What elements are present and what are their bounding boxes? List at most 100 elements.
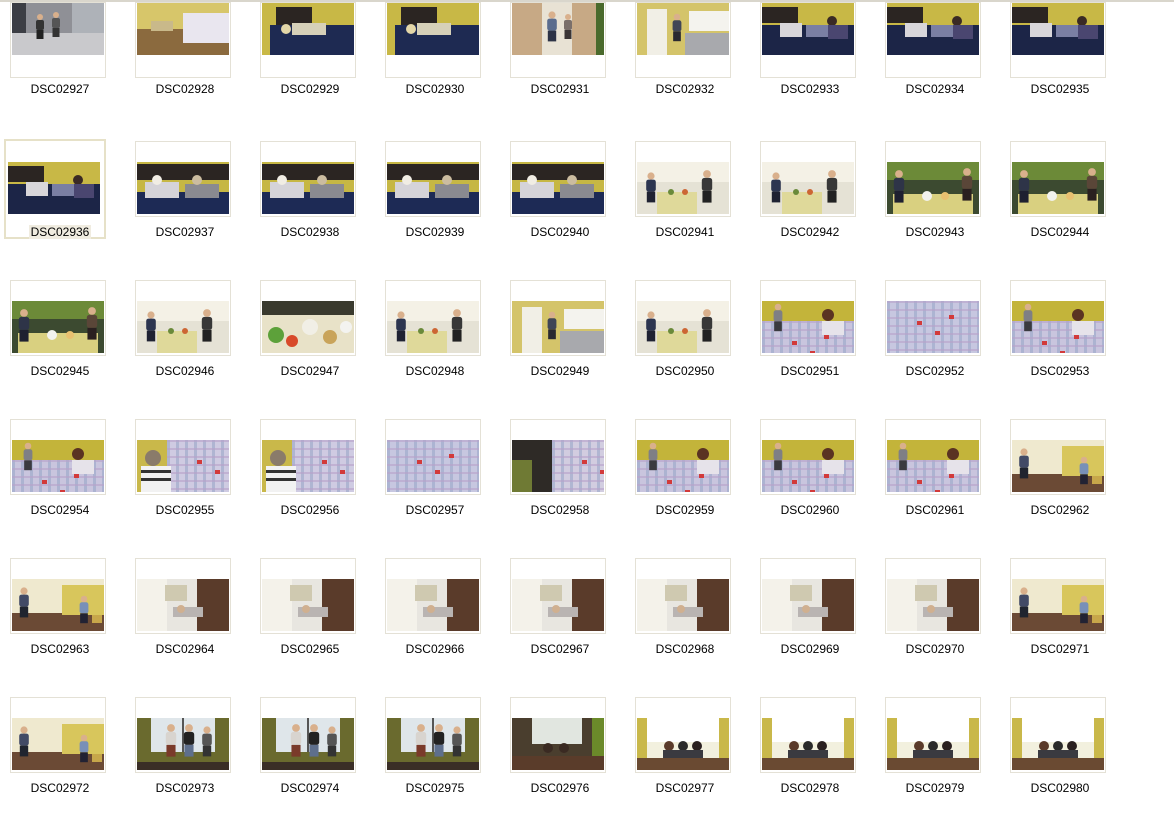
photo-thumbnail[interactable] [637, 301, 729, 353]
thumbnail-item[interactable]: DSC02948 [380, 280, 490, 414]
photo-thumbnail[interactable] [637, 579, 729, 631]
thumbnail-frame[interactable] [260, 419, 356, 495]
thumbnail-frame[interactable] [260, 141, 356, 217]
photo-thumbnail[interactable] [137, 718, 229, 770]
file-name-label[interactable]: DSC02939 [380, 225, 490, 239]
thumbnail-frame[interactable] [10, 697, 106, 773]
file-name-label[interactable]: DSC02936 [5, 225, 115, 239]
file-name-label[interactable]: DSC02933 [755, 82, 865, 96]
thumbnail-frame[interactable] [10, 558, 106, 634]
file-name-label[interactable]: DSC02975 [380, 781, 490, 795]
file-name-label[interactable]: DSC02972 [5, 781, 115, 795]
thumbnail-item[interactable]: DSC02973 [130, 697, 240, 831]
file-name-label[interactable]: DSC02947 [255, 364, 365, 378]
thumbnail-frame[interactable] [510, 697, 606, 773]
thumbnail-item[interactable]: DSC02977 [630, 697, 740, 831]
file-name-label[interactable]: DSC02954 [5, 503, 115, 517]
file-name-label[interactable]: DSC02958 [505, 503, 615, 517]
photo-thumbnail[interactable] [387, 440, 479, 492]
thumbnail-frame[interactable] [385, 141, 481, 217]
photo-thumbnail[interactable] [887, 718, 979, 770]
photo-thumbnail[interactable] [387, 162, 479, 214]
file-name-label[interactable]: DSC02966 [380, 642, 490, 656]
file-name-label[interactable]: DSC02946 [130, 364, 240, 378]
thumbnail-item[interactable]: DSC02980 [1005, 697, 1115, 831]
thumbnail-frame[interactable] [885, 558, 981, 634]
thumbnail-item[interactable]: DSC02974 [255, 697, 365, 831]
photo-thumbnail[interactable] [512, 162, 604, 214]
photo-thumbnail[interactable] [137, 579, 229, 631]
file-name-label[interactable]: DSC02935 [1005, 82, 1115, 96]
thumbnail-item[interactable]: DSC02936 [4, 139, 115, 275]
photo-thumbnail[interactable] [637, 440, 729, 492]
file-name-label[interactable]: DSC02965 [255, 642, 365, 656]
thumbnail-item[interactable]: DSC02972 [5, 697, 115, 831]
file-name-label[interactable]: DSC02976 [505, 781, 615, 795]
thumbnail-item[interactable]: DSC02959 [630, 419, 740, 553]
photo-thumbnail[interactable] [262, 162, 354, 214]
file-name-label[interactable]: DSC02953 [1005, 364, 1115, 378]
thumbnail-frame[interactable] [4, 139, 106, 239]
file-name-label[interactable]: DSC02979 [880, 781, 990, 795]
file-name-label[interactable]: DSC02971 [1005, 642, 1115, 656]
thumbnail-frame[interactable] [760, 280, 856, 356]
photo-thumbnail[interactable] [8, 162, 100, 214]
photo-thumbnail[interactable] [1012, 162, 1104, 214]
thumbnail-frame[interactable] [1010, 419, 1106, 495]
photo-thumbnail[interactable] [762, 162, 854, 214]
file-name-label[interactable]: DSC02980 [1005, 781, 1115, 795]
file-name-label[interactable]: DSC02928 [130, 82, 240, 96]
thumbnail-frame[interactable] [10, 419, 106, 495]
photo-thumbnail[interactable] [1012, 440, 1104, 492]
thumbnail-item[interactable]: DSC02945 [5, 280, 115, 414]
thumbnail-item[interactable]: DSC02937 [130, 141, 240, 275]
file-name-label[interactable]: DSC02956 [255, 503, 365, 517]
thumbnail-item[interactable]: DSC02934 [880, 2, 990, 138]
photo-thumbnail[interactable] [1012, 579, 1104, 631]
thumbnail-frame[interactable] [635, 280, 731, 356]
photo-thumbnail[interactable] [637, 718, 729, 770]
file-name-label[interactable]: DSC02937 [130, 225, 240, 239]
photo-thumbnail[interactable] [262, 3, 354, 55]
photo-thumbnail[interactable] [1012, 301, 1104, 353]
thumbnail-item[interactable]: DSC02965 [255, 558, 365, 692]
file-name-label[interactable]: DSC02973 [130, 781, 240, 795]
photo-thumbnail[interactable] [387, 718, 479, 770]
thumbnail-frame[interactable] [510, 280, 606, 356]
photo-thumbnail[interactable] [12, 718, 104, 770]
thumbnail-frame[interactable] [385, 280, 481, 356]
thumbnail-frame[interactable] [885, 280, 981, 356]
photo-thumbnail[interactable] [512, 3, 604, 55]
thumbnail-frame[interactable] [510, 141, 606, 217]
thumbnail-frame[interactable] [135, 141, 231, 217]
thumbnail-item[interactable]: DSC02950 [630, 280, 740, 414]
thumbnail-item[interactable]: DSC02958 [505, 419, 615, 553]
thumbnail-item[interactable]: DSC02943 [880, 141, 990, 275]
photo-thumbnail[interactable] [262, 579, 354, 631]
photo-thumbnail[interactable] [262, 718, 354, 770]
thumbnail-frame[interactable] [760, 697, 856, 773]
photo-thumbnail[interactable] [762, 440, 854, 492]
thumbnail-item[interactable]: DSC02956 [255, 419, 365, 553]
thumbnail-item[interactable]: DSC02928 [130, 2, 240, 138]
thumbnail-item[interactable]: DSC02951 [755, 280, 865, 414]
file-name-label[interactable]: DSC02934 [880, 82, 990, 96]
thumbnail-item[interactable]: DSC02946 [130, 280, 240, 414]
thumbnail-frame[interactable] [760, 419, 856, 495]
photo-thumbnail[interactable] [262, 301, 354, 353]
thumbnail-item[interactable]: DSC02955 [130, 419, 240, 553]
photo-thumbnail[interactable] [512, 440, 604, 492]
file-name-label[interactable]: DSC02955 [130, 503, 240, 517]
thumbnail-item[interactable]: DSC02940 [505, 141, 615, 275]
thumbnail-frame[interactable] [385, 558, 481, 634]
thumbnail-item[interactable]: DSC02941 [630, 141, 740, 275]
file-name-label[interactable]: DSC02962 [1005, 503, 1115, 517]
thumbnail-frame[interactable] [635, 419, 731, 495]
file-name-label[interactable]: DSC02957 [380, 503, 490, 517]
photo-thumbnail[interactable] [1012, 718, 1104, 770]
file-name-label[interactable]: DSC02943 [880, 225, 990, 239]
thumbnail-frame[interactable] [385, 697, 481, 773]
photo-thumbnail[interactable] [762, 718, 854, 770]
photo-thumbnail[interactable] [12, 440, 104, 492]
thumbnail-item[interactable]: DSC02947 [255, 280, 365, 414]
